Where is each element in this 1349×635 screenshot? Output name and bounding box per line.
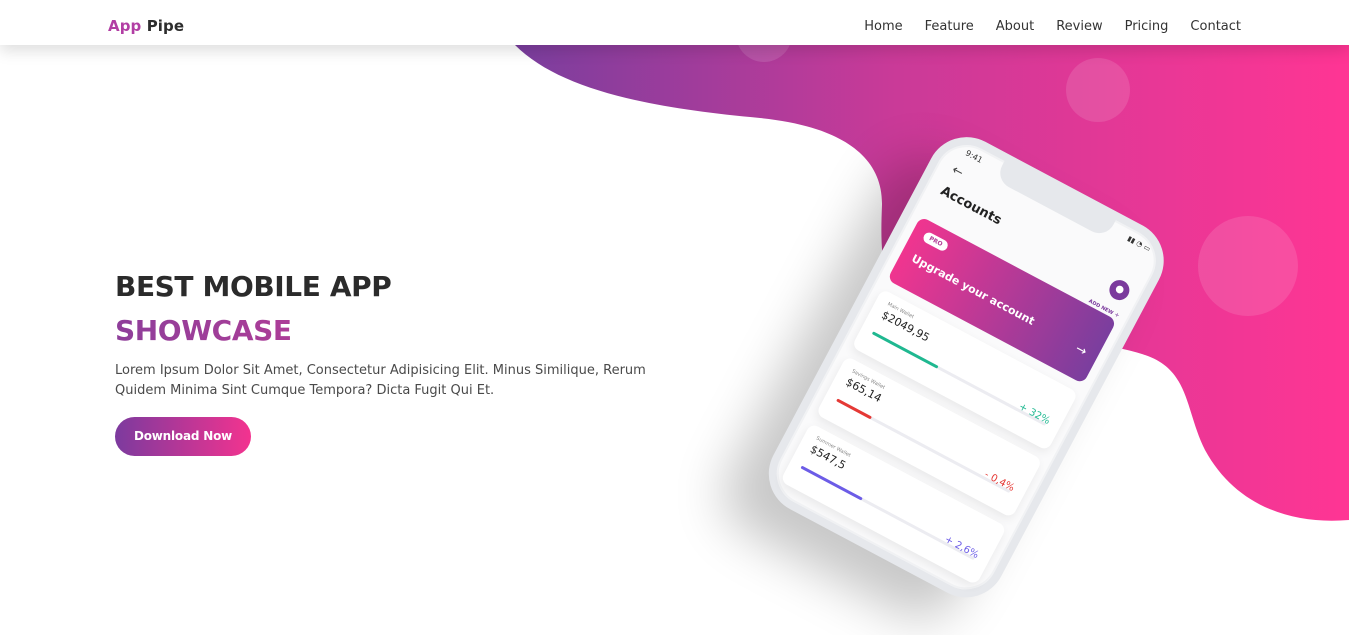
- user-icon: ●: [1105, 276, 1133, 304]
- nav-home[interactable]: Home: [864, 19, 902, 34]
- hero-subtitle: SHOWCASE: [115, 315, 675, 347]
- download-now-button[interactable]: Download Now: [115, 417, 251, 456]
- signal-battery-icon: ▮▮ ◔ ▭: [1126, 234, 1152, 254]
- decor-bubble: [1066, 58, 1130, 122]
- arrow-right-icon: →: [1072, 341, 1090, 360]
- nav-contact[interactable]: Contact: [1190, 19, 1241, 34]
- nav-feature[interactable]: Feature: [925, 19, 974, 34]
- nav-about[interactable]: About: [996, 19, 1034, 34]
- status-time: 9:41: [963, 148, 985, 165]
- arrow-left-icon: ←: [949, 162, 966, 181]
- decor-bubble: [1198, 216, 1298, 316]
- nav-review[interactable]: Review: [1056, 19, 1102, 34]
- hero-title: BEST MOBILE APP: [115, 270, 392, 303]
- wallet-change: - 0,4%: [982, 469, 1017, 495]
- phone-mockup: 9:41 ▮▮ ◔ ▭ ← Accounts ● ADD NEW ＋ PRO U…: [754, 123, 1180, 612]
- phone-notch: [994, 160, 1117, 239]
- nav-links: Home Feature About Review Pricing Contac…: [864, 19, 1241, 34]
- wallet-change: + 32%: [1016, 401, 1052, 427]
- wallet-change: + 2,6%: [942, 534, 981, 562]
- logo-part-pipe: Pipe: [146, 17, 185, 35]
- nav-pricing[interactable]: Pricing: [1125, 19, 1169, 34]
- top-navbar: App Pipe Home Feature About Review Prici…: [0, 0, 1349, 45]
- wallet-progress-fill: [836, 398, 873, 420]
- brand-logo[interactable]: App Pipe: [108, 17, 184, 35]
- accounts-title: Accounts: [937, 183, 1004, 229]
- hero-description: Lorem Ipsum Dolor Sit Amet, Consectetur …: [115, 363, 646, 398]
- wallet-progress-fill: [800, 465, 863, 501]
- hero-section: BEST MOBILE APP SHOWCASE Lorem Ipsum Dol…: [115, 271, 675, 456]
- logo-part-app: App: [108, 17, 142, 35]
- pro-badge: PRO: [921, 230, 950, 253]
